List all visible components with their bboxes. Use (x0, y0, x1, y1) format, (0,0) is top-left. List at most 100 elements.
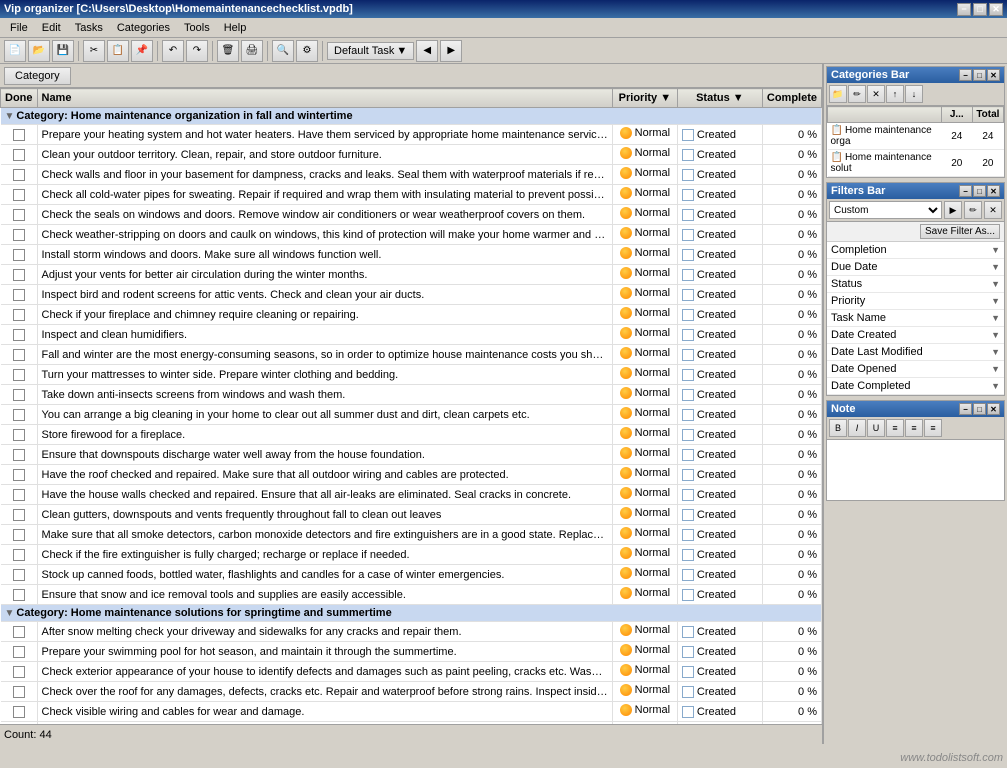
note-italic-btn[interactable]: I (848, 419, 866, 437)
next-button[interactable]: ▶ (440, 40, 462, 62)
task-checkbox[interactable] (13, 329, 25, 341)
copy-button[interactable]: 📋 (107, 40, 129, 62)
done-cell[interactable] (1, 245, 38, 265)
done-cell[interactable] (1, 545, 38, 565)
task-checkbox[interactable] (13, 429, 25, 441)
table-row[interactable]: After snow melting check your driveway a… (1, 622, 822, 642)
note-minimize-btn[interactable]: − (959, 403, 972, 415)
prev-button[interactable]: ◀ (416, 40, 438, 62)
table-row[interactable]: Clean your outdoor territory. Clean, rep… (1, 145, 822, 165)
print-button[interactable]: 🖨 (241, 40, 263, 62)
note-bold-btn[interactable]: B (829, 419, 847, 437)
done-cell[interactable] (1, 325, 38, 345)
done-cell[interactable] (1, 565, 38, 585)
task-checkbox[interactable] (13, 529, 25, 541)
cat-edit-btn[interactable]: ✏ (848, 85, 866, 103)
col-header-status[interactable]: Status ▼ (677, 89, 762, 108)
done-cell[interactable] (1, 225, 38, 245)
task-checkbox[interactable] (13, 549, 25, 561)
table-row[interactable]: Check the seals on windows and doors. Re… (1, 205, 822, 225)
filters-header-btns[interactable]: − □ ✕ (959, 185, 1000, 197)
note-header-btns[interactable]: − □ ✕ (959, 403, 1000, 415)
task-checkbox[interactable] (13, 626, 25, 638)
done-cell[interactable] (1, 425, 38, 445)
done-cell[interactable] (1, 445, 38, 465)
cat-add-btn[interactable]: 📁 (829, 85, 847, 103)
table-row[interactable]: Check weather-stripping on doors and cau… (1, 225, 822, 245)
table-row[interactable]: Make sure that all smoke detectors, carb… (1, 525, 822, 545)
minimize-button[interactable]: − (957, 3, 971, 16)
task-checkbox[interactable] (13, 349, 25, 361)
save-button[interactable]: 💾 (52, 40, 74, 62)
filter-item[interactable]: Task Name▼ (827, 310, 1004, 327)
category-list-item[interactable]: 📋Home maintenance solut 20 20 (828, 150, 1004, 177)
default-task-dropdown[interactable]: Default Task ▼ (327, 42, 414, 60)
done-cell[interactable] (1, 145, 38, 165)
task-checkbox[interactable] (13, 129, 25, 141)
done-cell[interactable] (1, 682, 38, 702)
table-row[interactable]: Check if the fire extinguisher is fully … (1, 545, 822, 565)
maximize-button[interactable]: □ (973, 3, 987, 16)
task-checkbox[interactable] (13, 589, 25, 601)
task-checkbox[interactable] (13, 309, 25, 321)
menu-categories[interactable]: Categories (111, 20, 176, 36)
redo-button[interactable]: ↷ (186, 40, 208, 62)
table-row[interactable]: Check if your fireplace and chimney requ… (1, 305, 822, 325)
filters-restore-btn[interactable]: □ (973, 185, 986, 197)
close-button[interactable]: ✕ (989, 3, 1003, 16)
delete-button[interactable]: 🗑 (217, 40, 239, 62)
filter-item[interactable]: Status▼ (827, 276, 1004, 293)
cut-button[interactable]: ✂ (83, 40, 105, 62)
cat-delete-btn[interactable]: ✕ (867, 85, 885, 103)
done-cell[interactable] (1, 485, 38, 505)
done-cell[interactable] (1, 285, 38, 305)
table-row[interactable]: Adjust your vents for better air circula… (1, 265, 822, 285)
filter-item[interactable]: Date Last Modified▼ (827, 344, 1004, 361)
table-row[interactable]: Inspect bird and rodent screens for atti… (1, 285, 822, 305)
col-header-priority[interactable]: Priority ▼ (612, 89, 677, 108)
done-cell[interactable] (1, 525, 38, 545)
filter-apply-btn[interactable]: ▶ (944, 201, 962, 219)
task-checkbox[interactable] (13, 289, 25, 301)
categories-close-btn[interactable]: ✕ (987, 69, 1000, 81)
done-cell[interactable] (1, 265, 38, 285)
table-row[interactable]: Check exterior appearance of your house … (1, 662, 822, 682)
done-cell[interactable] (1, 642, 38, 662)
save-filter-button[interactable]: Save Filter As... (920, 224, 1000, 239)
done-cell[interactable] (1, 622, 38, 642)
table-row[interactable]: Prepare your swimming pool for hot seaso… (1, 642, 822, 662)
filter-item[interactable]: Date Created▼ (827, 327, 1004, 344)
done-cell[interactable] (1, 365, 38, 385)
task-checkbox[interactable] (13, 249, 25, 261)
table-row[interactable]: Check over the roof for any damages, def… (1, 682, 822, 702)
table-row[interactable]: Clean gutters, downspouts and vents freq… (1, 505, 822, 525)
table-row[interactable]: Take down anti-insects screens from wind… (1, 385, 822, 405)
done-cell[interactable] (1, 405, 38, 425)
title-bar-buttons[interactable]: − □ ✕ (957, 3, 1003, 16)
table-row[interactable]: Fall and winter are the most energy-cons… (1, 345, 822, 365)
table-row[interactable]: Prepare your heating system and hot wate… (1, 125, 822, 145)
note-content-area[interactable] (827, 440, 1004, 500)
table-row[interactable]: Turn your mattresses to winter side. Pre… (1, 365, 822, 385)
table-row[interactable]: Inspect and clean humidifiers. Normal Cr… (1, 325, 822, 345)
table-row[interactable]: Store firewood for a fireplace. Normal C… (1, 425, 822, 445)
done-cell[interactable] (1, 385, 38, 405)
task-checkbox[interactable] (13, 189, 25, 201)
task-checkbox[interactable] (13, 686, 25, 698)
filter-item[interactable]: Date Completed▼ (827, 378, 1004, 395)
menu-file[interactable]: File (4, 20, 34, 36)
menu-help[interactable]: Help (218, 20, 253, 36)
filters-close-btn[interactable]: ✕ (987, 185, 1000, 197)
note-restore-btn[interactable]: □ (973, 403, 986, 415)
table-row[interactable]: Check all cold-water pipes for sweating.… (1, 185, 822, 205)
settings-button[interactable]: ⚙ (296, 40, 318, 62)
done-cell[interactable] (1, 345, 38, 365)
task-checkbox[interactable] (13, 409, 25, 421)
menu-edit[interactable]: Edit (36, 20, 67, 36)
note-align-center-btn[interactable]: ≡ (905, 419, 923, 437)
task-checkbox[interactable] (13, 389, 25, 401)
menu-tasks[interactable]: Tasks (69, 20, 109, 36)
task-checkbox[interactable] (13, 229, 25, 241)
category-list-item[interactable]: 📋Home maintenance orga 24 24 (828, 123, 1004, 150)
done-cell[interactable] (1, 585, 38, 605)
